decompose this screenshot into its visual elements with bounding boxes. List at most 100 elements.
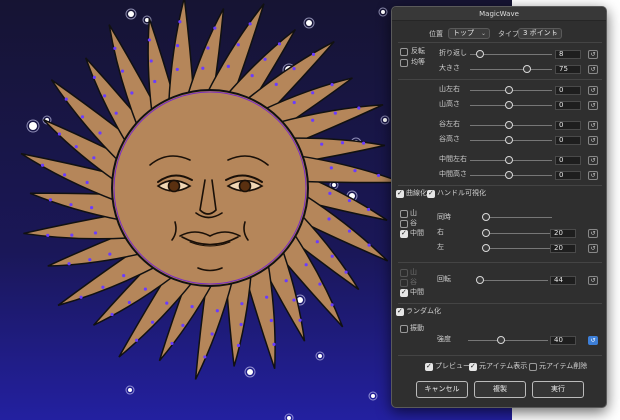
cancel-button[interactable]: キャンセル — [416, 381, 468, 398]
divider — [398, 185, 602, 186]
valley2-checkbox[interactable] — [400, 279, 408, 287]
type-select[interactable]: 3 ポイント ⌄ — [518, 28, 562, 39]
middle-lr-thumb[interactable] — [505, 156, 513, 164]
mountain-h-value-field[interactable]: 0 — [555, 101, 581, 110]
anchor-dot — [226, 64, 230, 68]
rotate-label: 回転 — [437, 275, 451, 283]
strength-slider-track[interactable] — [468, 340, 548, 341]
middle-checkbox[interactable] — [400, 229, 408, 238]
strength-value-field[interactable]: 40 — [550, 336, 576, 345]
duplicate-button[interactable]: 複製 — [474, 381, 526, 398]
middle-h-value-field[interactable]: 0 — [555, 171, 581, 180]
rotate-slider-track[interactable] — [476, 280, 548, 281]
wrap-value-field[interactable]: 8 — [555, 50, 581, 59]
anchor-dot — [181, 323, 185, 327]
mountain-checkbox[interactable] — [400, 210, 408, 218]
right-slider-thumb[interactable] — [482, 229, 490, 237]
rotate-reset-icon[interactable]: ↺ — [588, 276, 598, 285]
sync-slider-thumb[interactable] — [482, 213, 490, 221]
anchor-dot — [85, 180, 89, 185]
star — [128, 11, 134, 17]
mountain-label: 山 — [410, 209, 417, 217]
preview-checkbox[interactable] — [425, 362, 433, 371]
size-value-field[interactable]: 75 — [555, 65, 581, 74]
anchor-dot — [304, 263, 308, 267]
chevron-down-icon: ⌄ — [480, 30, 486, 37]
mountain-lr-thumb[interactable] — [505, 86, 513, 94]
anchor-dot — [311, 118, 315, 122]
valley-h-value-field[interactable]: 0 — [555, 136, 581, 145]
anchor-dot — [215, 309, 219, 313]
middle2-checkbox[interactable] — [400, 288, 408, 297]
strength-label: 強度 — [437, 335, 451, 343]
anchor-dot — [210, 332, 214, 336]
reverse-checkbox[interactable] — [400, 48, 408, 56]
left-slider-track[interactable] — [482, 248, 552, 249]
valley-lr-thumb[interactable] — [505, 121, 513, 129]
run-button[interactable]: 実行 — [532, 381, 584, 398]
curve-checkbox[interactable] — [396, 189, 404, 198]
right-slider-track[interactable] — [482, 233, 552, 234]
star — [332, 183, 336, 187]
rotate-value-field[interactable]: 44 — [550, 276, 576, 285]
mountain2-label: 山 — [410, 268, 417, 276]
valley-h-reset-icon[interactable]: ↺ — [588, 136, 598, 145]
size-reset-icon[interactable]: ↺ — [588, 65, 598, 74]
mountain2-checkbox[interactable] — [400, 269, 408, 277]
wrap-slider-thumb[interactable] — [476, 50, 484, 58]
middle-lr-reset-icon[interactable]: ↺ — [588, 156, 598, 165]
rotate-slider-thumb[interactable] — [476, 276, 484, 284]
position-select[interactable]: トップ ⌄ — [448, 28, 490, 39]
valley-checkbox[interactable] — [400, 220, 408, 228]
mountain-h-thumb[interactable] — [505, 101, 513, 109]
anchor-dot — [274, 82, 278, 86]
randomize-checkbox[interactable] — [396, 307, 404, 316]
size-slider-track[interactable] — [470, 69, 552, 70]
anchor-dot — [175, 67, 179, 72]
anchor-dot — [284, 279, 288, 283]
mountain-h-reset-icon[interactable]: ↺ — [588, 101, 598, 110]
chevron-down-icon: ⌄ — [552, 30, 558, 37]
vibrate-label: 振動 — [410, 324, 424, 332]
anchor-dot — [320, 142, 324, 146]
mountain-lr-value-field[interactable]: 0 — [555, 86, 581, 95]
left-slider-thumb[interactable] — [482, 244, 490, 252]
strength-slider-thumb[interactable] — [497, 336, 505, 344]
wrap-reset-icon[interactable]: ↺ — [588, 50, 598, 59]
right-reset-icon[interactable]: ↺ — [588, 229, 598, 238]
anchor-dot — [170, 341, 174, 346]
equal-checkbox[interactable] — [400, 59, 408, 67]
anchor-dot — [64, 97, 68, 101]
sync-slider-track[interactable] — [482, 217, 552, 218]
left-reset-icon[interactable]: ↺ — [588, 244, 598, 253]
star — [371, 394, 375, 398]
anchor-dot — [213, 26, 217, 30]
anchor-dot — [333, 111, 337, 115]
middle-h-thumb[interactable] — [505, 171, 513, 179]
star — [247, 369, 253, 375]
reverse-label: 反転 — [411, 47, 425, 55]
anchor-dot — [175, 44, 180, 48]
size-slider-thumb[interactable] — [523, 65, 531, 73]
anchor-dot — [292, 100, 296, 105]
position-select-value: トップ — [453, 29, 474, 37]
anchor-dot — [318, 282, 322, 286]
mountain-lr-reset-icon[interactable]: ↺ — [588, 86, 598, 95]
left-value-field[interactable]: 20 — [550, 244, 576, 253]
valley-lr-value-field[interactable]: 0 — [555, 121, 581, 130]
valley-lr-reset-icon[interactable]: ↺ — [588, 121, 598, 130]
vibrate-checkbox[interactable] — [400, 325, 408, 333]
valley-h-thumb[interactable] — [505, 136, 513, 144]
strength-reset-icon[interactable]: ↺ — [588, 336, 598, 345]
type-label: タイプ — [498, 30, 519, 38]
show-original-checkbox[interactable] — [469, 362, 477, 371]
anchor-dot — [327, 217, 331, 221]
handle-visible-checkbox[interactable] — [427, 189, 435, 198]
middle-h-reset-icon[interactable]: ↺ — [588, 171, 598, 180]
right-value-field[interactable]: 20 — [550, 229, 576, 238]
sun-disc — [111, 89, 309, 287]
delete-original-checkbox[interactable] — [529, 363, 537, 371]
anchor-dot — [347, 198, 352, 203]
middle-lr-value-field[interactable]: 0 — [555, 156, 581, 165]
mountain-h-label: 山高さ — [439, 100, 460, 108]
